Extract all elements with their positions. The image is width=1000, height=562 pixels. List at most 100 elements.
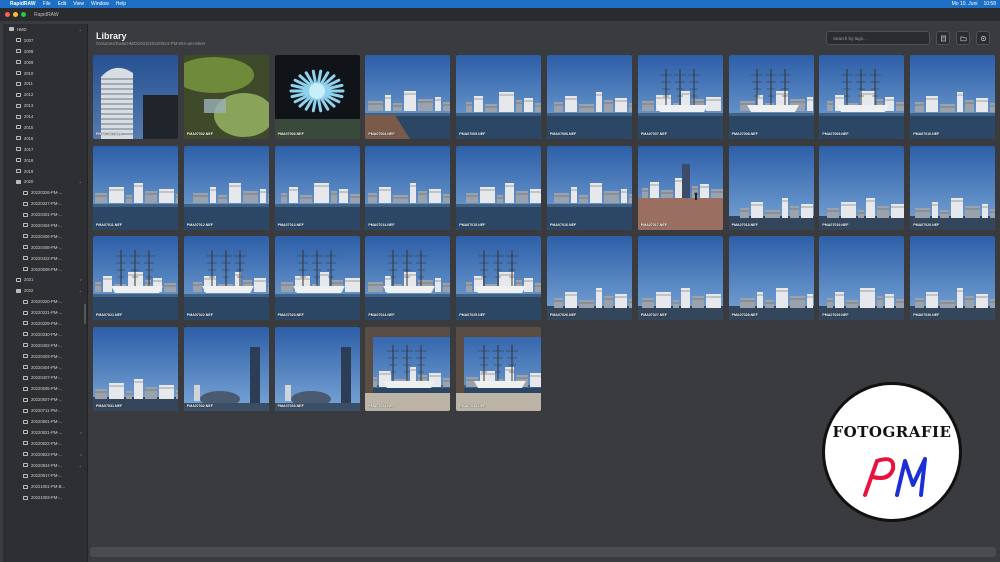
chevron-down-icon[interactable]: ⌄ (79, 179, 82, 184)
sidebar-folder-item[interactable]: 2012 (3, 89, 87, 100)
sidebar-folder-item[interactable]: HMD ⌄ (3, 24, 87, 35)
sidebar-folder-item[interactable]: 20220408-PM-... (3, 242, 87, 253)
photo-thumbnail[interactable]: PMA07015.NEF (456, 145, 542, 230)
photo-thumbnail[interactable]: PMA07027.NEF (637, 236, 723, 320)
chevron-right-icon[interactable]: > (80, 430, 82, 435)
photo-thumbnail[interactable]: PMA07011.NEF (93, 145, 178, 230)
sidebar-folder-item[interactable]: 20221001-PM-B... (3, 481, 87, 492)
photo-thumbnail[interactable]: PMA07005.NEF (456, 55, 542, 139)
photo-thumbnail[interactable]: PMA07006.NEF (547, 55, 632, 139)
tag-search-input[interactable]: Search by tags... (826, 31, 930, 45)
sidebar-folder-item[interactable]: 2020 ⌄ (3, 176, 87, 187)
photo-thumbnail[interactable]: PMA07018.NEF (728, 145, 814, 230)
menu-view[interactable]: View (73, 1, 84, 7)
sidebar-scrollbar[interactable] (84, 304, 86, 324)
sidebar-folder-item[interactable]: 2011 (3, 78, 87, 89)
photo-thumbnail[interactable]: PMA07008.NEF (728, 55, 814, 139)
photo-thumbnail[interactable]: PMA07009.NEF (819, 55, 905, 139)
sidebar-folder-item[interactable]: 20220711-PM-... (3, 405, 87, 416)
sidebar-folder-item[interactable]: 20220917-PM-... (3, 471, 87, 482)
photo-thumbnail[interactable]: PMA07013.NEF (274, 145, 360, 230)
sidebar-folder-item[interactable]: 2019 (3, 166, 87, 177)
photo-thumbnail[interactable]: PMA07003.NEF (274, 55, 360, 139)
sidebar-folder-item[interactable]: 20220404-PM-... (3, 362, 87, 373)
sidebar-folder-item[interactable]: 2014 (3, 111, 87, 122)
sidebar-folder-item[interactable]: 2008 (3, 46, 87, 57)
zoom-window-button[interactable] (21, 12, 26, 17)
photo-thumbnail[interactable]: PMA07034.NEF (365, 326, 451, 411)
photo-thumbnail[interactable]: PMA07001.NEF (93, 55, 178, 139)
menu-help[interactable]: Help (116, 1, 126, 7)
sidebar-folder-item[interactable]: 20220821-PM-... > (3, 427, 87, 438)
sidebar-folder-item[interactable]: 2021 > (3, 274, 87, 285)
photo-thumbnail[interactable]: PMA07007.NEF (637, 55, 723, 139)
photo-thumbnail[interactable]: PMA07014.NEF (365, 145, 451, 230)
list-view-button[interactable] (936, 31, 950, 45)
photo-thumbnail[interactable]: PMA07026.NEF (547, 236, 632, 320)
sidebar-folder-item[interactable]: 20220329-PM-... (3, 318, 87, 329)
sidebar-folder-item[interactable]: 20220407-PM-... (3, 373, 87, 384)
photo-thumbnail[interactable]: PMA07035.NEF (456, 326, 542, 411)
sidebar-folder-item[interactable]: 20220824-PM-... ⌄ (3, 460, 87, 471)
photo-thumbnail[interactable]: PMA07012.NEF (183, 145, 269, 230)
sidebar-folder-item[interactable]: 20220406-PM-... (3, 231, 87, 242)
settings-button[interactable] (976, 31, 990, 45)
photo-thumbnail[interactable]: PMA07029.NEF (819, 236, 905, 320)
menu-window[interactable]: Window (91, 1, 109, 7)
sidebar-folder-item[interactable]: 20221003-PM-... (3, 492, 87, 503)
close-window-button[interactable] (5, 12, 10, 17)
photo-thumbnail[interactable]: PMA07028.NEF (728, 236, 814, 320)
photo-thumbnail[interactable]: PMA07025.NEF (456, 236, 542, 320)
photo-thumbnail[interactable]: PMA07020.NEF (910, 145, 996, 230)
sidebar-folder-item[interactable]: 20220801-PM-... (3, 416, 87, 427)
sidebar-folder-item[interactable]: 20220505-PM-... (3, 383, 87, 394)
photo-thumbnail[interactable]: PMA07031.NEF (93, 326, 178, 411)
photo-thumbnail[interactable]: PMA07033.NEF (274, 326, 360, 411)
menu-file[interactable]: File (43, 1, 51, 7)
sidebar-folder-item[interactable]: 20220320-PM-... (3, 296, 87, 307)
sidebar-folder-item[interactable]: 2016 (3, 133, 87, 144)
sidebar-folder-item[interactable]: 20220330-PM-... (3, 329, 87, 340)
sidebar-folder-item[interactable]: 20220403-PM-... (3, 351, 87, 362)
photo-thumbnail[interactable]: PMA07004.NEF (365, 55, 451, 139)
filmstrip-bar[interactable] (90, 547, 996, 557)
sidebar-folder-item[interactable]: 20220823-PM-... > (3, 449, 87, 460)
chevron-right-icon[interactable]: > (80, 277, 82, 282)
chevron-down-icon[interactable]: ⌄ (79, 288, 82, 293)
photo-thumbnail[interactable]: PMA07016.NEF (547, 145, 632, 230)
photo-thumbnail[interactable]: PMA07032.NEF (183, 326, 269, 411)
sidebar-folder-item[interactable]: 20220822-PM-... (3, 438, 87, 449)
menu-edit[interactable]: Edit (58, 1, 67, 7)
open-folder-button[interactable] (956, 31, 970, 45)
photo-thumbnail[interactable]: PMA07030.NEF (910, 236, 996, 320)
photo-thumbnail[interactable]: PMA07022.NEF (183, 236, 269, 320)
photo-thumbnail[interactable]: PMA07021.NEF (93, 236, 178, 320)
photo-thumbnail[interactable]: PMA07017.NEF (637, 145, 723, 230)
menu-app-name[interactable]: RapidRAW (10, 1, 36, 7)
sidebar-folder-item[interactable]: 20220321-PM-... (3, 307, 87, 318)
photo-thumbnail[interactable]: PMA07024.NEF (365, 236, 451, 320)
sidebar-folder-item[interactable]: 20220508-PM-... (3, 264, 87, 275)
chevron-down-icon[interactable]: ⌄ (79, 27, 82, 32)
sidebar-folder-item[interactable]: 2018 (3, 155, 87, 166)
sidebar-folder-item[interactable]: 2017 (3, 144, 87, 155)
photo-thumbnail[interactable]: PMA07010.NEF (910, 55, 996, 139)
chevron-down-icon[interactable]: ⌄ (79, 463, 82, 468)
sidebar-folder-item[interactable]: 2013 (3, 100, 87, 111)
sidebar-folder-item[interactable]: 2009 (3, 57, 87, 68)
chevron-right-icon[interactable]: > (80, 452, 82, 457)
sidebar-folder-item[interactable]: 20220507-PM-... (3, 394, 87, 405)
sidebar-folder-item[interactable]: 2015 (3, 122, 87, 133)
sidebar-folder-item[interactable]: 2007 (3, 35, 87, 46)
photo-thumbnail[interactable]: PMA07019.NEF (819, 145, 905, 230)
sidebar-folder-item[interactable]: 2010 (3, 68, 87, 79)
sidebar-folder-item[interactable]: 2022 ⌄ (3, 285, 87, 296)
sidebar-folder-item[interactable]: 20220326-PM-... (3, 187, 87, 198)
sidebar-folder-item[interactable]: 20220401-PM-... (3, 209, 87, 220)
sidebar-folder-item[interactable]: 20220327-PM-... (3, 198, 87, 209)
minimize-window-button[interactable] (13, 12, 18, 17)
sidebar-folder-item[interactable]: 20220402-PM-... (3, 340, 87, 351)
photo-thumbnail[interactable]: PMA07002.NEF (183, 55, 269, 139)
sidebar-folder-item[interactable]: 20220404-PM-... (3, 220, 87, 231)
photo-thumbnail[interactable]: PMA07023.NEF (274, 236, 360, 320)
